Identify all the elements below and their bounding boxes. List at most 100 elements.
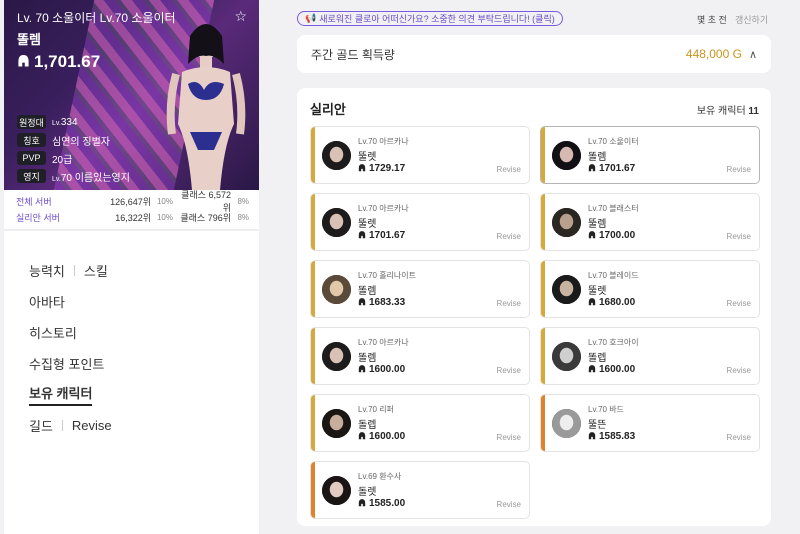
helmet-icon (358, 499, 366, 507)
item-level-value: 1680.00 (599, 297, 636, 308)
character-level-class: Lv.70 아르카나 (358, 137, 409, 146)
info-value: Lv.334 (52, 116, 78, 128)
character-name: 똘렙 (588, 353, 607, 364)
menu-item-avatar[interactable]: 아바타 (29, 286, 259, 317)
rank-value: 16,322위 (115, 212, 151, 223)
character-name: 돌렙 (358, 420, 377, 431)
character-card[interactable]: Lv.70 소울이터 똘렘 1701.67 Revise (540, 126, 760, 184)
character-item-level: 1729.17 (358, 163, 405, 174)
character-name: 뚤렛 (358, 152, 377, 163)
helmet-icon (588, 298, 596, 306)
tier-color-bar (311, 127, 315, 183)
menu-item-history[interactable]: 히스토리 (29, 317, 259, 348)
character-card[interactable]: Lv.69 환수사 돌렛 1585.00 Revise (310, 461, 530, 519)
character-name: 똘렘 (358, 353, 377, 364)
character-item-level: 1585.00 (358, 498, 405, 509)
helmet-icon (358, 298, 366, 306)
menu-revise[interactable]: Revise (72, 418, 112, 433)
revise-link[interactable]: Revise (497, 232, 521, 241)
revise-link[interactable]: Revise (497, 500, 521, 509)
refresh-button[interactable]: 갱신하기 (735, 13, 768, 26)
class-rank-percent: 8% (237, 212, 249, 222)
helmet-icon (358, 164, 366, 172)
character-item-level: 1700.00 (588, 230, 635, 241)
character-count-value: 11 (748, 106, 759, 117)
revise-link[interactable]: Revise (727, 433, 751, 442)
weekly-gold-value-wrap: 448,000 G ∧ (686, 47, 757, 61)
character-item-level: 1600.00 (358, 364, 405, 375)
character-card[interactable]: Lv.70 아르카나뚤렛 1729.17 Revise (310, 126, 530, 184)
character-info-list: 원정대 Lv.334 칭호 심연의 징벌자 PVP 20급 영지 Lv.70 이… (17, 113, 130, 185)
character-level-class: Lv.70 호크아이 (588, 338, 639, 347)
revise-link[interactable]: Revise (727, 165, 751, 174)
weekly-gold-label: 주간 골드 획득량 (311, 47, 395, 62)
character-name: 뚤뜬 (588, 420, 607, 431)
character-card[interactable]: Lv.70 호크아이똘렙 1600.00 Revise (540, 327, 760, 385)
revise-link[interactable]: Revise (727, 366, 751, 375)
side-menu: 능력치 스킬 아바타 히스토리 수집형 포인트 보유 캐릭터 길드 Revise (4, 231, 259, 534)
character-item-level: 1585.83 (588, 431, 635, 442)
character-name: 똘렘 (358, 286, 377, 297)
info-row-title: 칭호 심연의 징벌자 (17, 131, 130, 149)
info-tag: PVP (17, 151, 46, 165)
info-row-estate: 영지 Lv.70 이름있는영지 (17, 167, 130, 185)
info-tag: 칭호 (17, 133, 46, 147)
character-item-level: 1701.67 (358, 230, 405, 241)
item-level-value: 1729.17 (369, 163, 406, 174)
revise-link[interactable]: Revise (727, 232, 751, 241)
character-level-class: Lv.70 리퍼 (358, 405, 394, 414)
character-level-class: Lv.70 블래스터 (588, 204, 639, 213)
character-card[interactable]: Lv.70 홀리나이트 똘렘 1683.33 Revise (310, 260, 530, 318)
menu-item-characters[interactable]: 보유 캐릭터 (29, 379, 259, 410)
revise-link[interactable]: Revise (497, 299, 521, 308)
helmet-icon (358, 365, 366, 373)
character-card[interactable]: Lv.70 블레이드 뚤렛 1680.00 Revise (540, 260, 760, 318)
character-card[interactable]: Lv.70 아르카나 똘렘 1600.00 Revise (310, 327, 530, 385)
menu-item-collectibles[interactable]: 수집형 포인트 (29, 348, 259, 379)
item-level-value: 1701.67 (599, 163, 636, 174)
info-tag: 원정대 (17, 115, 46, 129)
info-row-pvp: PVP 20급 (17, 149, 130, 167)
revise-link[interactable]: Revise (497, 366, 521, 375)
character-avatar (552, 275, 581, 304)
character-avatar (322, 342, 351, 371)
revise-link[interactable]: Revise (497, 165, 521, 174)
revise-link[interactable]: Revise (497, 433, 521, 442)
rank-percent: 10% (156, 196, 173, 206)
revise-link[interactable]: Revise (727, 299, 751, 308)
menu-skill[interactable]: 스킬 (84, 261, 108, 280)
menu-guild[interactable]: 길드 (29, 416, 53, 435)
rank-value: 126,647위 (110, 196, 151, 207)
character-card[interactable]: Lv.70 리퍼 돌렙 1600.00 Revise (310, 394, 530, 452)
character-name: 똘렘 (17, 32, 41, 47)
character-card[interactable]: Lv.70 바드 뚤뜬 1585.83 Revise (540, 394, 760, 452)
weekly-gold-card[interactable]: 주간 골드 획득량 448,000 G ∧ (297, 35, 771, 73)
helmet-icon (588, 365, 596, 373)
menu-item-guild-revise: 길드 Revise (29, 410, 259, 441)
menu-ability[interactable]: 능력치 (29, 261, 65, 280)
tier-color-bar (311, 328, 315, 384)
item-level-value: 1701.67 (369, 230, 406, 241)
item-level-value: 1,701.67 (34, 52, 101, 71)
chevron-up-icon[interactable]: ∧ (749, 48, 757, 61)
feedback-notice[interactable]: 📢 새로워진 클로아 어떠신가요? 소중한 의견 부탁드립니다! (클릭) (297, 11, 563, 26)
helmet-icon (358, 432, 366, 440)
helmet-icon (588, 231, 596, 239)
character-item-level: 1701.67 (588, 163, 635, 174)
tier-color-bar (311, 395, 315, 451)
character-avatar (322, 476, 351, 505)
menu-characters-label: 보유 캐릭터 (29, 383, 93, 406)
character-item-level: 1683.33 (358, 297, 405, 308)
owned-characters-panel: 실리안 보유 캐릭터 11 Lv.70 아르카나 뚤렛 1729.17 Revise L… (297, 88, 771, 526)
item-level: 1,701.67 (17, 52, 100, 72)
character-card[interactable]: Lv.70 아르카나 뚤렛 1701.67 Revise (310, 193, 530, 251)
rank-label: 전체 서버 (16, 196, 52, 207)
character-avatar (322, 141, 351, 170)
menu-item-ability-skill: 능력치 스킬 (29, 255, 259, 286)
character-card[interactable]: Lv.70 블래스터 뚤렘 1700.00 Revise (540, 193, 760, 251)
favorite-star-icon[interactable]: ☆ (234, 8, 247, 25)
item-level-value: 1600.00 (599, 364, 636, 375)
info-value: Lv.70 이름있는영지 (52, 172, 130, 184)
item-level-value: 1683.33 (369, 297, 406, 308)
character-avatar (552, 141, 581, 170)
